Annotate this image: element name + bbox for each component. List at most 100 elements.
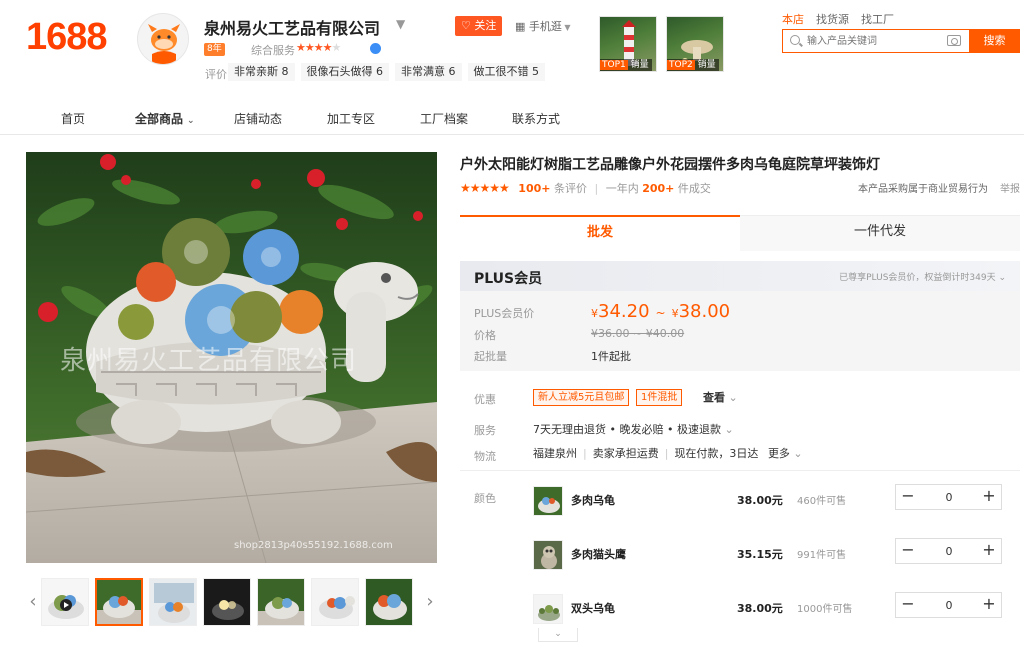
nav-all-products[interactable]: 全部商品 ⌄ [135,110,195,127]
chevron-down-icon: ▼ [561,23,571,32]
variant-image[interactable] [533,540,563,570]
mobile-browse-button[interactable]: ▦ 手机逛 ▼ [515,18,571,34]
shop-nav: 首页 全部商品 ⌄ 店铺动态 加工专区 工厂档案 联系方式 [0,100,1024,135]
plus-price-label: PLUS会员价 [474,307,535,320]
variant-image[interactable] [533,594,563,624]
review-tag[interactable]: 非常亲斯 8 [228,63,295,81]
report-link[interactable]: 举报 [1000,184,1020,195]
quantity-stepper: − + [895,592,1002,618]
decrement-button[interactable]: − [896,593,920,617]
chevron-down-icon: ⌄ [789,447,803,460]
service-guarantees[interactable]: 7天无理由退货 • 晚发必赔 • 极速退款 ⌄ [533,421,734,437]
nav-home[interactable]: 首页 [61,110,85,127]
expand-variants-button[interactable]: ⌄ [538,628,578,642]
chevron-down-icon: ⌄ [554,629,562,639]
search-tab-sourcing[interactable]: 找货源 [816,11,849,27]
top-product-label: TOP2 销量 [667,59,719,71]
coupon-badge[interactable]: 新人立减5元且包邮 [533,389,630,406]
variant-price: 38.00元 [737,602,783,615]
variant-stock: 991件可售 [797,550,847,561]
product-stats: ★★★★★ 100+ 条评价 | 一年内 200+ 件成交 本产品采购属于商业贸… [460,181,1020,195]
logistics-freight: 卖家承担运费 [592,447,659,460]
plus-member-title: PLUS会员 [474,271,543,287]
moq-value: 1件起批 [591,350,631,363]
verified-shield-icon[interactable] [370,43,381,54]
search-tab-this-shop[interactable]: 本店 [782,11,804,27]
decrement-button[interactable]: − [896,485,920,509]
top-product-1[interactable]: TOP1 销量 [599,16,657,72]
thumbnail-selected[interactable] [95,578,143,626]
search-scope-tabs: 本店 找货源 找工厂 [782,11,894,27]
plus-price-low: 34.20 [598,301,650,322]
increment-button[interactable]: + [977,539,1001,563]
variant-image[interactable] [533,486,563,516]
quantity-stepper: − + [895,538,1002,564]
service-text: 7天无理由退货 • 晚发必赔 • 极速退款 [533,423,721,436]
variant-stock: 1000件可售 [797,604,853,615]
logistics-delivery: 现在付款，3日达 [674,447,759,460]
site-logo[interactable]: 1688 [26,16,108,59]
review-tag[interactable]: 非常满意 6 [395,63,462,81]
service-label: 服务 [474,424,496,437]
review-suffix: 条评价 [553,182,587,195]
sales-prefix: 一年内 [605,182,639,195]
tab-dropship[interactable]: 一件代发 [740,215,1020,251]
search-tab-factory[interactable]: 找工厂 [861,11,894,27]
moq-label: 起批量 [474,350,507,363]
chevron-down-icon[interactable]: ▼ [396,17,405,31]
chevron-down-icon: ⌄ [720,423,734,436]
top-product-2[interactable]: TOP2 销量 [666,16,724,72]
years-label: 8年 [207,44,222,54]
quantity-input[interactable] [926,485,972,509]
camera-icon[interactable] [947,35,961,46]
search-icon [790,35,800,45]
thumb-next-arrow[interactable]: › [423,578,437,626]
variant-price: 38.00元 [737,494,783,507]
main-product-image[interactable]: 泉州易火工艺品有限公司 shop2813p40s55192.1688.com [26,152,437,563]
qr-code-icon: ▦ [515,20,529,33]
product-rating-stars[interactable]: ★★★★★ [460,181,510,195]
thumbnail[interactable] [203,578,251,626]
search-box [782,29,969,53]
nav-factory-profile[interactable]: 工厂档案 [420,110,468,127]
view-offers-link[interactable]: 查看 ⌄ [703,389,738,405]
mobile-browse-label: 手机逛 [528,20,562,33]
follow-button[interactable]: ♡ 关注 [455,16,503,36]
increment-button[interactable]: + [977,593,1001,617]
thumbnail-strip [41,578,413,626]
thumbnail[interactable] [311,578,359,626]
top-product-label: TOP1 销量 [600,59,652,71]
thumb-prev-arrow[interactable]: ‹ [26,578,40,626]
nav-contact[interactable]: 联系方式 [512,110,560,127]
increment-button[interactable]: + [977,485,1001,509]
thumbnail[interactable] [41,578,89,626]
original-price: ¥36.00 ~ ¥40.00 [591,327,685,340]
decrement-button[interactable]: − [896,539,920,563]
shop-header: 1688 泉州易火工艺品有限公司 ▼ ♡ 关注 ▦ 手机逛 ▼ 8年 综合服务 … [0,0,1024,100]
plus-member-note[interactable]: 已尊享PLUS会员价，权益倒计时349天 ⌄ [839,270,1006,283]
quantity-input[interactable] [926,593,972,617]
price-label: 价格 [474,329,496,342]
review-count[interactable]: 100+ [518,182,550,195]
variant-name: 双头乌龟 [571,602,615,615]
search-input[interactable] [807,30,947,52]
trade-note-text: 本产品采购属于商业贸易行为 [858,184,988,195]
logistics-more-link[interactable]: 更多 ⌄ [768,447,803,460]
service-rating-stars: ★★★★★ [296,41,341,54]
coupon-badge[interactable]: 1件混批 [636,389,683,406]
thumbnail[interactable] [365,578,413,626]
review-tag[interactable]: 很像石头做得 6 [300,63,389,81]
quantity-input[interactable] [926,539,972,563]
tab-wholesale[interactable]: 批发 [460,215,740,251]
shop-avatar[interactable] [137,13,189,65]
search-button[interactable]: 搜索 [969,29,1020,53]
nav-processing[interactable]: 加工专区 [327,110,375,127]
sales-suffix: 件成交 [677,182,711,195]
logistics-info: 福建泉州 | 卖家承担运费 | 现在付款，3日达 更多 ⌄ [533,447,803,460]
nav-shop-updates[interactable]: 店铺动态 [234,110,282,127]
thumbnail[interactable] [257,578,305,626]
thumbnail[interactable] [149,578,197,626]
review-tag[interactable]: 做工很不错 5 [467,63,545,81]
shop-name[interactable]: 泉州易火工艺品有限公司 [204,15,380,39]
chevron-down-icon: ⌄ [725,391,738,404]
